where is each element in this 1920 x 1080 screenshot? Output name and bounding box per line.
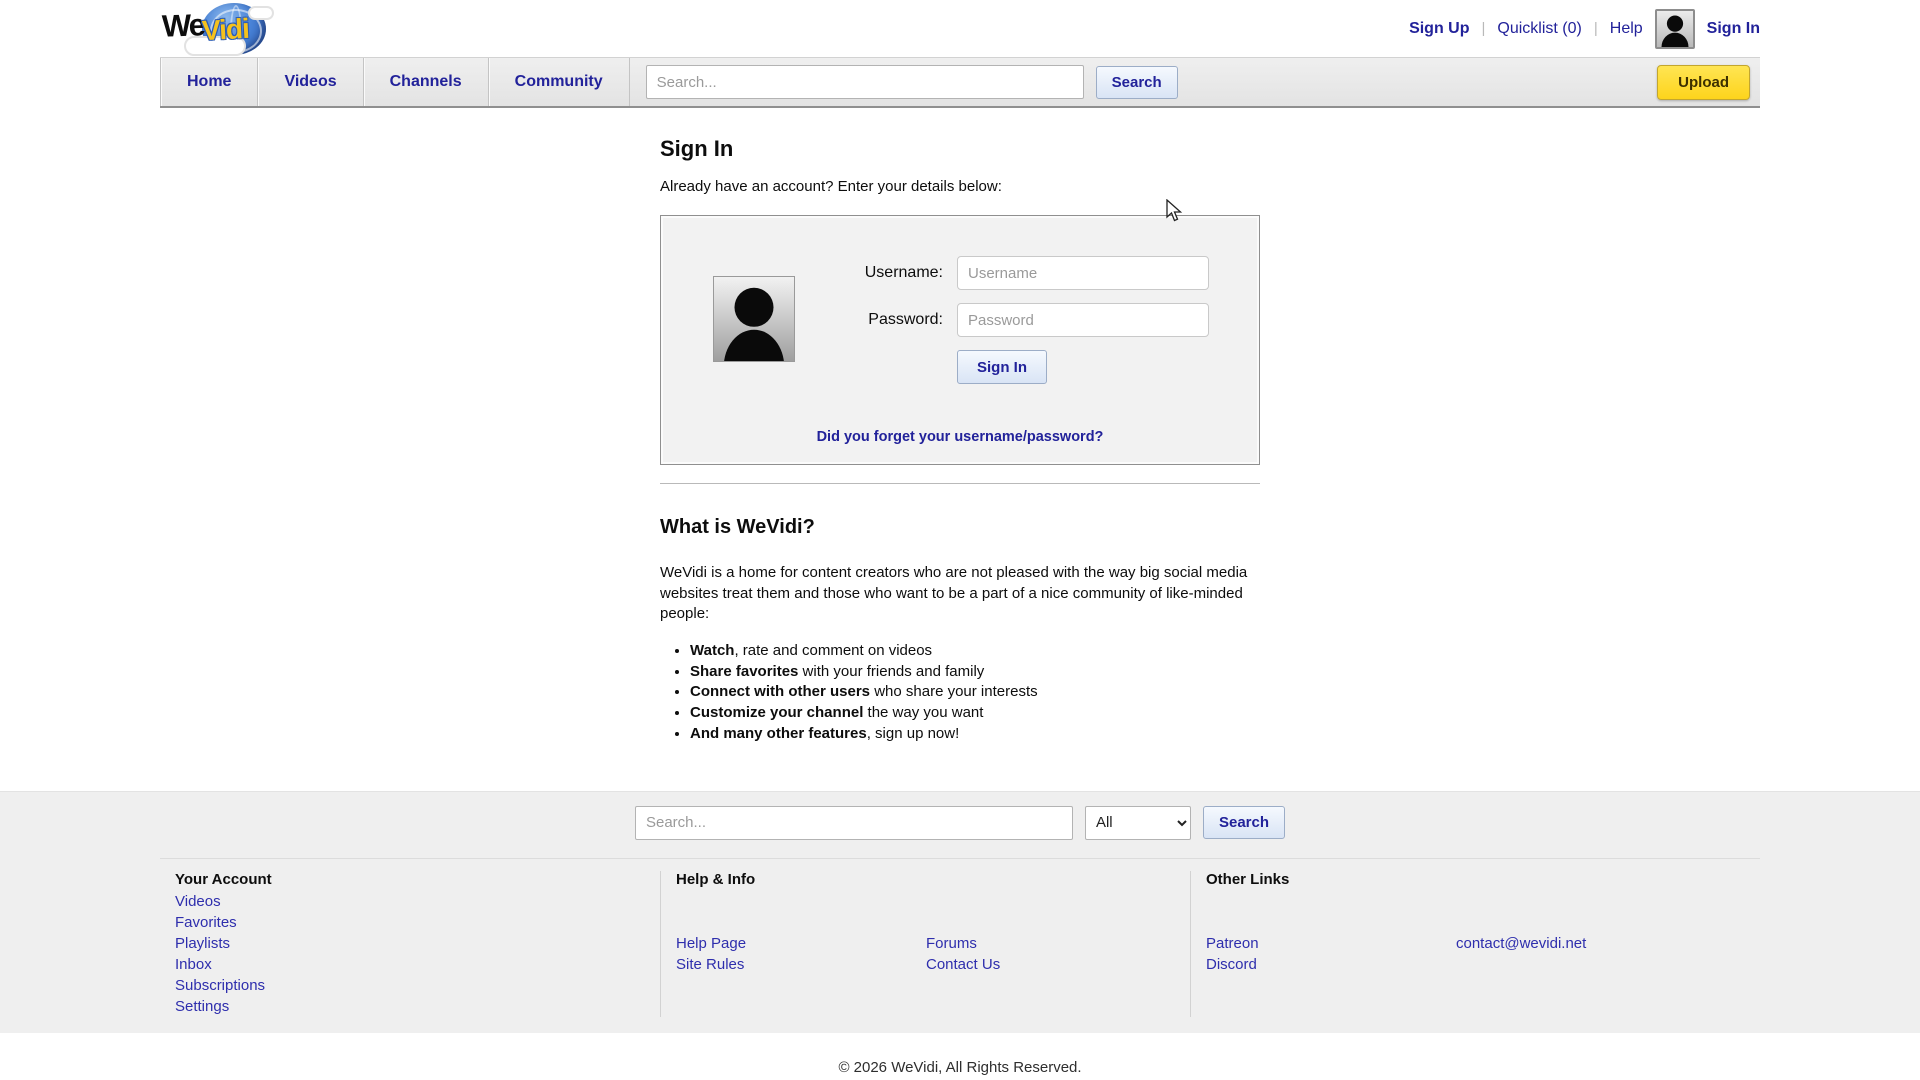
password-label: Password:: [823, 311, 943, 329]
list-item: Watch, rate and comment on videos: [690, 641, 1260, 662]
footer-link-help-page[interactable]: Help Page: [676, 933, 926, 954]
search-button[interactable]: Search: [1096, 66, 1178, 99]
footer-column-other-links: Other Links Patreon Discord contact@wevi…: [1190, 871, 1760, 1017]
list-item: And many other features, sign up now!: [690, 724, 1260, 745]
footer-link-discord[interactable]: Discord: [1206, 954, 1456, 975]
main-content: Sign In Already have an account? Enter y…: [660, 136, 1260, 745]
signin-subtitle: Already have an account? Enter your deta…: [660, 178, 1260, 195]
header-links: Sign Up | Quicklist (0) | Help Sign In: [1409, 9, 1760, 49]
footer-link-forums[interactable]: Forums: [926, 933, 1176, 954]
footer-filter-select[interactable]: All: [1085, 806, 1191, 840]
footer-search-area: All Search: [0, 792, 1920, 850]
form-avatar: [713, 276, 795, 362]
list-item: Customize your channel the way you want: [690, 703, 1260, 724]
person-silhouette-icon: [714, 277, 794, 361]
footer-link-contact-us[interactable]: Contact Us: [926, 954, 1176, 975]
footer-search-button[interactable]: Search: [1203, 806, 1285, 839]
footer-link-settings[interactable]: Settings: [175, 996, 425, 1017]
sign-up-link[interactable]: Sign Up: [1409, 20, 1469, 38]
list-item: Share favorites with your friends and fa…: [690, 662, 1260, 683]
page-title: Sign In: [660, 136, 1260, 162]
separator: |: [1594, 20, 1598, 37]
nav-search-area: Search: [646, 58, 1178, 106]
footer-link-inbox[interactable]: Inbox: [175, 954, 425, 975]
footer-heading: Other Links: [1206, 871, 1760, 930]
sign-in-button[interactable]: Sign In: [957, 350, 1047, 384]
separator: |: [1482, 20, 1486, 37]
tab-channels[interactable]: Channels: [364, 58, 489, 106]
avatar[interactable]: [1655, 9, 1695, 49]
sign-in-form: Username: Password: Sign In Did you forg…: [660, 215, 1260, 465]
footer: All Search Your Account Videos Favorites…: [0, 791, 1920, 1033]
logo-text-vidi: Vidi: [201, 12, 249, 46]
copyright-text: © 2026 WeVidi, All Rights Reserved.: [0, 1059, 1920, 1076]
tab-community[interactable]: Community: [489, 58, 630, 106]
site-header: We Vidi Sign Up | Quicklist (0) | Help S…: [160, 0, 1760, 57]
forgot-password-link[interactable]: Did you forget your username/password?: [661, 429, 1259, 445]
about-title: What is WeVidi?: [660, 516, 1260, 539]
header-sign-in-link[interactable]: Sign In: [1707, 20, 1760, 38]
tab-home[interactable]: Home: [160, 58, 258, 106]
list-item: Connect with other users who share your …: [690, 682, 1260, 703]
footer-column-help-info: Help & Info Help Page Site Rules Forums …: [660, 871, 1190, 1017]
help-link[interactable]: Help: [1610, 20, 1643, 38]
about-paragraph: WeVidi is a home for content creators wh…: [660, 563, 1260, 625]
footer-search-input[interactable]: [635, 806, 1073, 840]
footer-link-site-rules[interactable]: Site Rules: [676, 954, 926, 975]
nav-bar: Home Videos Channels Community Search Up…: [160, 57, 1760, 108]
wevidi-logo[interactable]: We Vidi: [162, 2, 274, 56]
footer-heading: Help & Info: [676, 871, 1190, 930]
footer-link-videos[interactable]: Videos: [175, 891, 425, 912]
upload-button[interactable]: Upload: [1657, 65, 1750, 100]
footer-link-subscriptions[interactable]: Subscriptions: [175, 975, 425, 996]
feature-list: Watch, rate and comment on videos Share …: [660, 641, 1260, 744]
tab-videos[interactable]: Videos: [258, 58, 363, 106]
logo-text-we: We: [161, 7, 204, 44]
divider: [660, 483, 1260, 484]
logo-cloud-icon: [248, 6, 274, 20]
footer-link-playlists[interactable]: Playlists: [175, 933, 425, 954]
footer-contact-email[interactable]: contact@wevidi.net: [1456, 933, 1706, 954]
username-label: Username:: [823, 264, 943, 282]
footer-links: Your Account Videos Favorites Playlists …: [160, 858, 1760, 1033]
search-input[interactable]: [646, 65, 1084, 99]
footer-column-your-account: Your Account Videos Favorites Playlists …: [160, 871, 660, 1017]
quicklist-link[interactable]: Quicklist (0): [1497, 20, 1581, 38]
footer-link-patreon[interactable]: Patreon: [1206, 933, 1456, 954]
footer-link-favorites[interactable]: Favorites: [175, 912, 425, 933]
person-silhouette-icon: [1657, 11, 1693, 47]
username-field[interactable]: [957, 256, 1209, 290]
footer-heading: Your Account: [175, 871, 660, 888]
password-field[interactable]: [957, 303, 1209, 337]
